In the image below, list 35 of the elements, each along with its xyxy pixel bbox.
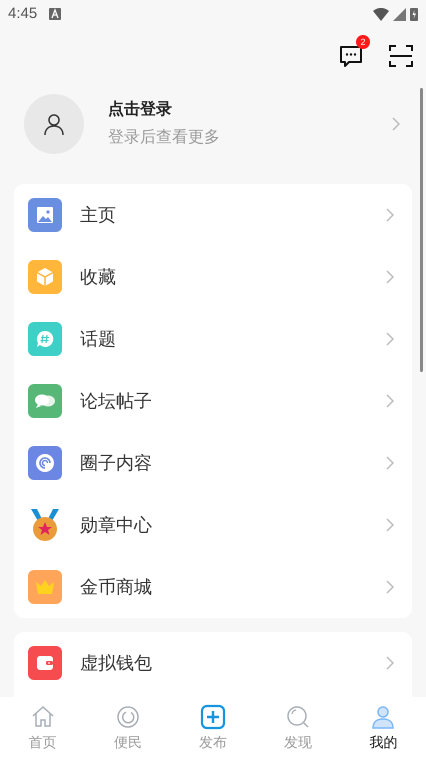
profile-row[interactable]: 点击登录 登录后查看更多 — [0, 88, 426, 160]
menu-item[interactable]: 主页 — [14, 184, 412, 246]
chevron-icon — [386, 394, 394, 408]
chevron-icon — [386, 456, 394, 470]
chevron-icon — [386, 580, 394, 594]
unread-badge: 2 — [356, 35, 370, 49]
wifi-icon — [373, 8, 389, 20]
circle-icon — [114, 704, 141, 730]
chevron-icon — [386, 270, 394, 284]
status-time: 4:45 — [8, 4, 38, 24]
nav-tab[interactable]: 我的 — [340, 697, 426, 759]
menu-item[interactable]: 勋章中心 — [14, 494, 412, 556]
chevron-icon — [386, 518, 394, 532]
menu-item[interactable]: 金币商城 — [14, 556, 412, 618]
notification-icon — [49, 8, 62, 20]
menu-item[interactable]: 论坛帖子 — [14, 370, 412, 432]
menu-item[interactable]: 话题 — [14, 308, 412, 370]
chevron-icon — [386, 208, 394, 222]
login-title: 点击登录 — [108, 100, 173, 120]
scan-icon[interactable] — [388, 43, 414, 69]
battery-icon — [410, 7, 418, 21]
signal-icon — [393, 8, 406, 20]
home-icon — [30, 704, 56, 730]
user-icon — [42, 112, 66, 136]
menu-item[interactable]: 收藏 — [14, 246, 412, 308]
menu-item[interactable]: 圈子内容 — [14, 432, 412, 494]
chevron-icon — [392, 117, 400, 131]
message-icon[interactable] — [338, 43, 364, 69]
add-icon — [200, 704, 226, 730]
chevron-icon — [386, 656, 394, 670]
user-icon — [370, 704, 396, 730]
search-icon — [285, 704, 312, 730]
chevron-icon — [386, 332, 394, 346]
login-subtitle: 登录后查看更多 — [108, 128, 220, 148]
menu-item[interactable]: 虚拟钱包 — [14, 632, 412, 694]
